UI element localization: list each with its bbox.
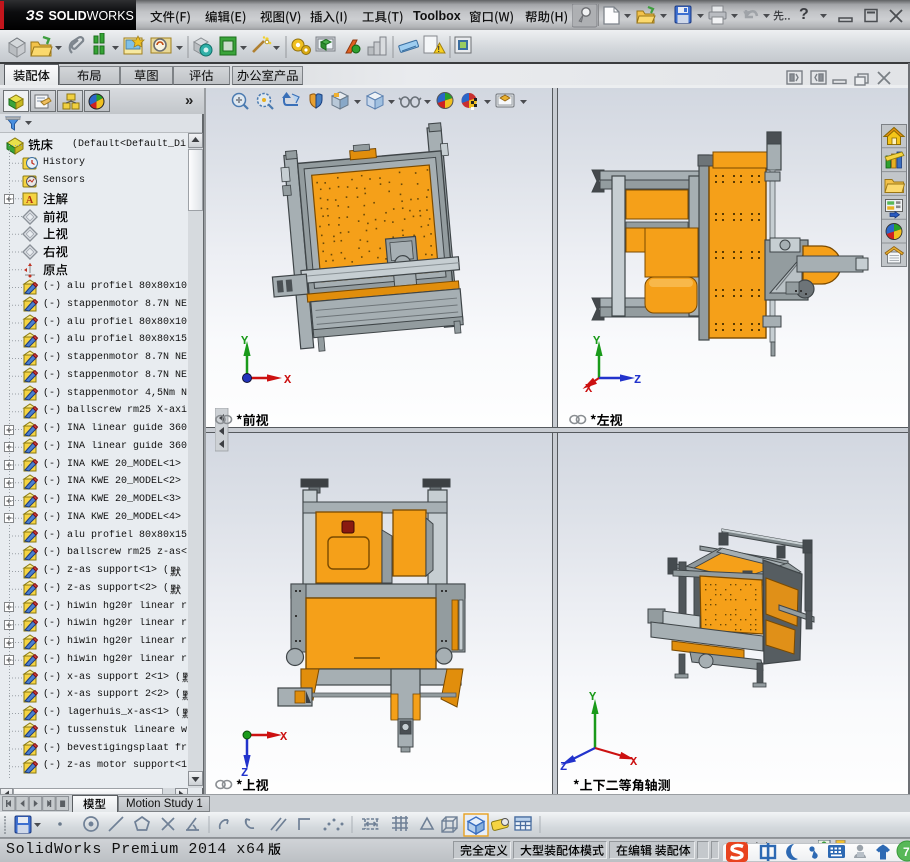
svg-text:X: X <box>280 730 288 744</box>
svg-text:Y: Y <box>589 690 597 704</box>
svg-text:7: 7 <box>903 845 910 859</box>
svg-text:Z: Z <box>560 760 567 774</box>
svg-text:X: X <box>630 755 638 769</box>
